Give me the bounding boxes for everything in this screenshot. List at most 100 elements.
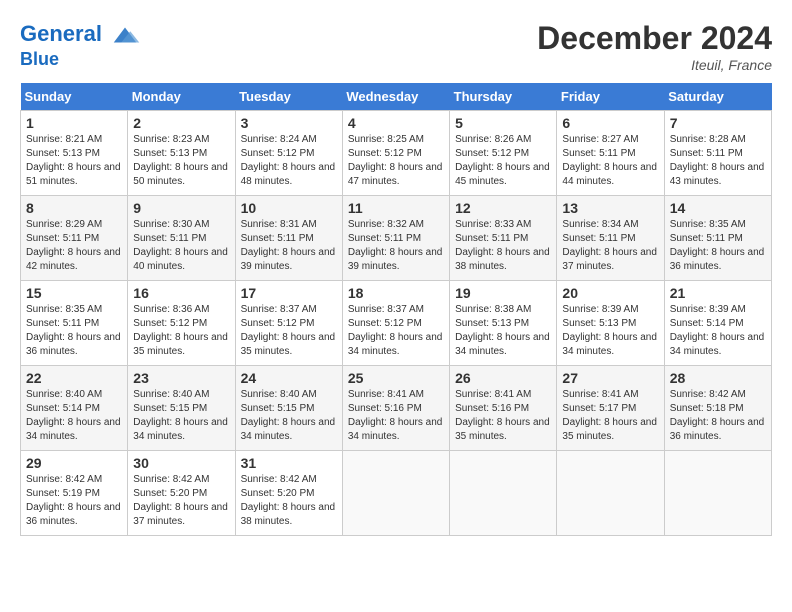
day-info: Sunrise: 8:24 AMSunset: 5:12 PMDaylight:… bbox=[241, 133, 337, 189]
empty-cell bbox=[557, 451, 664, 536]
day-cell-12: 12 Sunrise: 8:33 AMSunset: 5:11 PMDaylig… bbox=[450, 196, 557, 281]
day-info: Sunrise: 8:28 AMSunset: 5:11 PMDaylight:… bbox=[670, 133, 766, 189]
day-number: 22 bbox=[26, 370, 122, 386]
day-number: 3 bbox=[241, 115, 337, 131]
day-info: Sunrise: 8:41 AMSunset: 5:16 PMDaylight:… bbox=[348, 388, 444, 444]
day-cell-3: 3 Sunrise: 8:24 AMSunset: 5:12 PMDayligh… bbox=[235, 111, 342, 196]
day-cell-25: 25 Sunrise: 8:41 AMSunset: 5:16 PMDaylig… bbox=[342, 366, 449, 451]
day-cell-13: 13 Sunrise: 8:34 AMSunset: 5:11 PMDaylig… bbox=[557, 196, 664, 281]
day-cell-7: 7 Sunrise: 8:28 AMSunset: 5:11 PMDayligh… bbox=[664, 111, 771, 196]
day-number: 27 bbox=[562, 370, 658, 386]
day-cell-2: 2 Sunrise: 8:23 AMSunset: 5:13 PMDayligh… bbox=[128, 111, 235, 196]
day-info: Sunrise: 8:25 AMSunset: 5:12 PMDaylight:… bbox=[348, 133, 444, 189]
day-cell-20: 20 Sunrise: 8:39 AMSunset: 5:13 PMDaylig… bbox=[557, 281, 664, 366]
day-info: Sunrise: 8:42 AMSunset: 5:18 PMDaylight:… bbox=[670, 388, 766, 444]
logo-general: General bbox=[20, 21, 102, 46]
col-header-tuesday: Tuesday bbox=[235, 83, 342, 111]
day-info: Sunrise: 8:41 AMSunset: 5:16 PMDaylight:… bbox=[455, 388, 551, 444]
day-cell-17: 17 Sunrise: 8:37 AMSunset: 5:12 PMDaylig… bbox=[235, 281, 342, 366]
day-info: Sunrise: 8:40 AMSunset: 5:15 PMDaylight:… bbox=[241, 388, 337, 444]
day-cell-18: 18 Sunrise: 8:37 AMSunset: 5:12 PMDaylig… bbox=[342, 281, 449, 366]
day-info: Sunrise: 8:41 AMSunset: 5:17 PMDaylight:… bbox=[562, 388, 658, 444]
day-info: Sunrise: 8:37 AMSunset: 5:12 PMDaylight:… bbox=[241, 303, 337, 359]
day-info: Sunrise: 8:29 AMSunset: 5:11 PMDaylight:… bbox=[26, 218, 122, 274]
day-cell-22: 22 Sunrise: 8:40 AMSunset: 5:14 PMDaylig… bbox=[21, 366, 128, 451]
logo-blue: Blue bbox=[20, 50, 140, 70]
day-number: 30 bbox=[133, 455, 229, 471]
day-number: 6 bbox=[562, 115, 658, 131]
day-cell-10: 10 Sunrise: 8:31 AMSunset: 5:11 PMDaylig… bbox=[235, 196, 342, 281]
location: Iteuil, France bbox=[537, 57, 772, 73]
day-info: Sunrise: 8:30 AMSunset: 5:11 PMDaylight:… bbox=[133, 218, 229, 274]
day-cell-16: 16 Sunrise: 8:36 AMSunset: 5:12 PMDaylig… bbox=[128, 281, 235, 366]
day-info: Sunrise: 8:38 AMSunset: 5:13 PMDaylight:… bbox=[455, 303, 551, 359]
day-info: Sunrise: 8:35 AMSunset: 5:11 PMDaylight:… bbox=[26, 303, 122, 359]
day-cell-26: 26 Sunrise: 8:41 AMSunset: 5:16 PMDaylig… bbox=[450, 366, 557, 451]
day-cell-4: 4 Sunrise: 8:25 AMSunset: 5:12 PMDayligh… bbox=[342, 111, 449, 196]
day-number: 1 bbox=[26, 115, 122, 131]
day-cell-9: 9 Sunrise: 8:30 AMSunset: 5:11 PMDayligh… bbox=[128, 196, 235, 281]
day-info: Sunrise: 8:40 AMSunset: 5:14 PMDaylight:… bbox=[26, 388, 122, 444]
day-number: 9 bbox=[133, 200, 229, 216]
day-number: 5 bbox=[455, 115, 551, 131]
col-header-saturday: Saturday bbox=[664, 83, 771, 111]
day-info: Sunrise: 8:34 AMSunset: 5:11 PMDaylight:… bbox=[562, 218, 658, 274]
day-info: Sunrise: 8:39 AMSunset: 5:13 PMDaylight:… bbox=[562, 303, 658, 359]
day-info: Sunrise: 8:39 AMSunset: 5:14 PMDaylight:… bbox=[670, 303, 766, 359]
day-number: 7 bbox=[670, 115, 766, 131]
logo-icon bbox=[110, 20, 140, 50]
day-info: Sunrise: 8:40 AMSunset: 5:15 PMDaylight:… bbox=[133, 388, 229, 444]
day-cell-19: 19 Sunrise: 8:38 AMSunset: 5:13 PMDaylig… bbox=[450, 281, 557, 366]
page-header: General Blue December 2024 Iteuil, Franc… bbox=[20, 20, 772, 73]
col-header-thursday: Thursday bbox=[450, 83, 557, 111]
day-number: 25 bbox=[348, 370, 444, 386]
day-cell-30: 30 Sunrise: 8:42 AMSunset: 5:20 PMDaylig… bbox=[128, 451, 235, 536]
day-number: 8 bbox=[26, 200, 122, 216]
day-number: 24 bbox=[241, 370, 337, 386]
day-number: 21 bbox=[670, 285, 766, 301]
calendar-table: SundayMondayTuesdayWednesdayThursdayFrid… bbox=[20, 83, 772, 536]
day-info: Sunrise: 8:32 AMSunset: 5:11 PMDaylight:… bbox=[348, 218, 444, 274]
day-info: Sunrise: 8:27 AMSunset: 5:11 PMDaylight:… bbox=[562, 133, 658, 189]
day-cell-14: 14 Sunrise: 8:35 AMSunset: 5:11 PMDaylig… bbox=[664, 196, 771, 281]
day-info: Sunrise: 8:42 AMSunset: 5:20 PMDaylight:… bbox=[241, 473, 337, 529]
day-number: 12 bbox=[455, 200, 551, 216]
logo-text: General bbox=[20, 20, 140, 50]
day-info: Sunrise: 8:23 AMSunset: 5:13 PMDaylight:… bbox=[133, 133, 229, 189]
col-header-monday: Monday bbox=[128, 83, 235, 111]
day-number: 26 bbox=[455, 370, 551, 386]
day-number: 23 bbox=[133, 370, 229, 386]
day-number: 18 bbox=[348, 285, 444, 301]
week-row-5: 29 Sunrise: 8:42 AMSunset: 5:19 PMDaylig… bbox=[21, 451, 772, 536]
header-row: SundayMondayTuesdayWednesdayThursdayFrid… bbox=[21, 83, 772, 111]
day-info: Sunrise: 8:35 AMSunset: 5:11 PMDaylight:… bbox=[670, 218, 766, 274]
col-header-sunday: Sunday bbox=[21, 83, 128, 111]
day-cell-24: 24 Sunrise: 8:40 AMSunset: 5:15 PMDaylig… bbox=[235, 366, 342, 451]
day-info: Sunrise: 8:21 AMSunset: 5:13 PMDaylight:… bbox=[26, 133, 122, 189]
day-number: 11 bbox=[348, 200, 444, 216]
empty-cell bbox=[664, 451, 771, 536]
day-info: Sunrise: 8:42 AMSunset: 5:19 PMDaylight:… bbox=[26, 473, 122, 529]
day-info: Sunrise: 8:33 AMSunset: 5:11 PMDaylight:… bbox=[455, 218, 551, 274]
day-cell-6: 6 Sunrise: 8:27 AMSunset: 5:11 PMDayligh… bbox=[557, 111, 664, 196]
col-header-wednesday: Wednesday bbox=[342, 83, 449, 111]
day-number: 17 bbox=[241, 285, 337, 301]
week-row-1: 1 Sunrise: 8:21 AMSunset: 5:13 PMDayligh… bbox=[21, 111, 772, 196]
day-number: 20 bbox=[562, 285, 658, 301]
col-header-friday: Friday bbox=[557, 83, 664, 111]
day-number: 31 bbox=[241, 455, 337, 471]
day-cell-21: 21 Sunrise: 8:39 AMSunset: 5:14 PMDaylig… bbox=[664, 281, 771, 366]
day-number: 15 bbox=[26, 285, 122, 301]
day-info: Sunrise: 8:37 AMSunset: 5:12 PMDaylight:… bbox=[348, 303, 444, 359]
month-title: December 2024 bbox=[537, 20, 772, 57]
day-cell-5: 5 Sunrise: 8:26 AMSunset: 5:12 PMDayligh… bbox=[450, 111, 557, 196]
day-cell-28: 28 Sunrise: 8:42 AMSunset: 5:18 PMDaylig… bbox=[664, 366, 771, 451]
day-cell-8: 8 Sunrise: 8:29 AMSunset: 5:11 PMDayligh… bbox=[21, 196, 128, 281]
day-cell-23: 23 Sunrise: 8:40 AMSunset: 5:15 PMDaylig… bbox=[128, 366, 235, 451]
day-number: 14 bbox=[670, 200, 766, 216]
day-info: Sunrise: 8:36 AMSunset: 5:12 PMDaylight:… bbox=[133, 303, 229, 359]
day-info: Sunrise: 8:42 AMSunset: 5:20 PMDaylight:… bbox=[133, 473, 229, 529]
empty-cell bbox=[342, 451, 449, 536]
week-row-4: 22 Sunrise: 8:40 AMSunset: 5:14 PMDaylig… bbox=[21, 366, 772, 451]
day-cell-1: 1 Sunrise: 8:21 AMSunset: 5:13 PMDayligh… bbox=[21, 111, 128, 196]
